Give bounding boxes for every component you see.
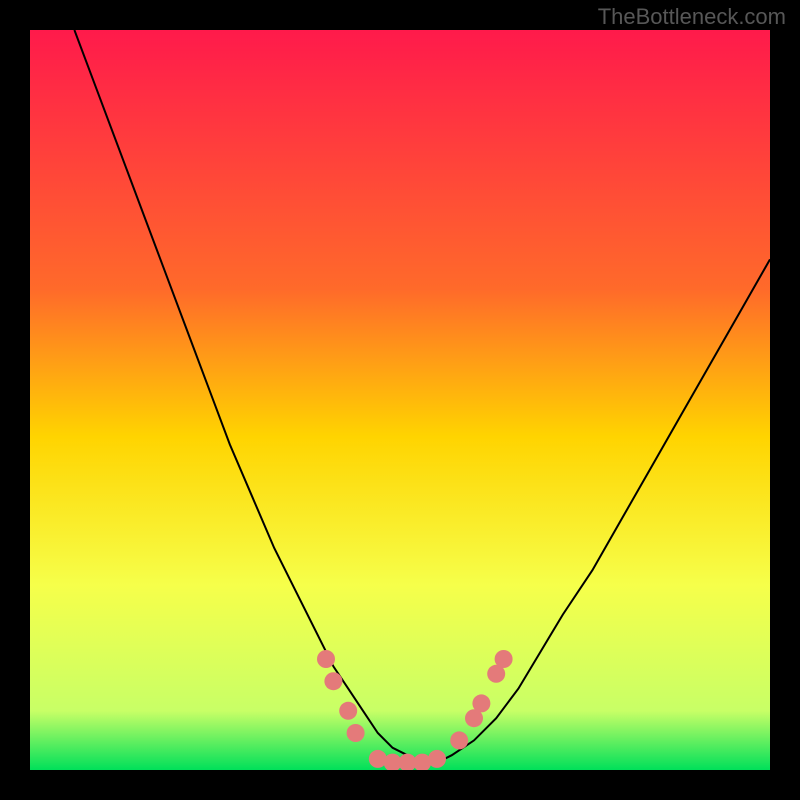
watermark-text: TheBottleneck.com — [598, 4, 786, 30]
chart-plot-area — [30, 30, 770, 770]
data-marker — [450, 731, 468, 749]
data-marker — [472, 694, 490, 712]
data-marker — [495, 650, 513, 668]
gradient-background — [30, 30, 770, 770]
data-marker — [347, 724, 365, 742]
data-marker — [324, 672, 342, 690]
chart-svg — [30, 30, 770, 770]
data-marker — [339, 702, 357, 720]
data-marker — [317, 650, 335, 668]
data-marker — [428, 750, 446, 768]
